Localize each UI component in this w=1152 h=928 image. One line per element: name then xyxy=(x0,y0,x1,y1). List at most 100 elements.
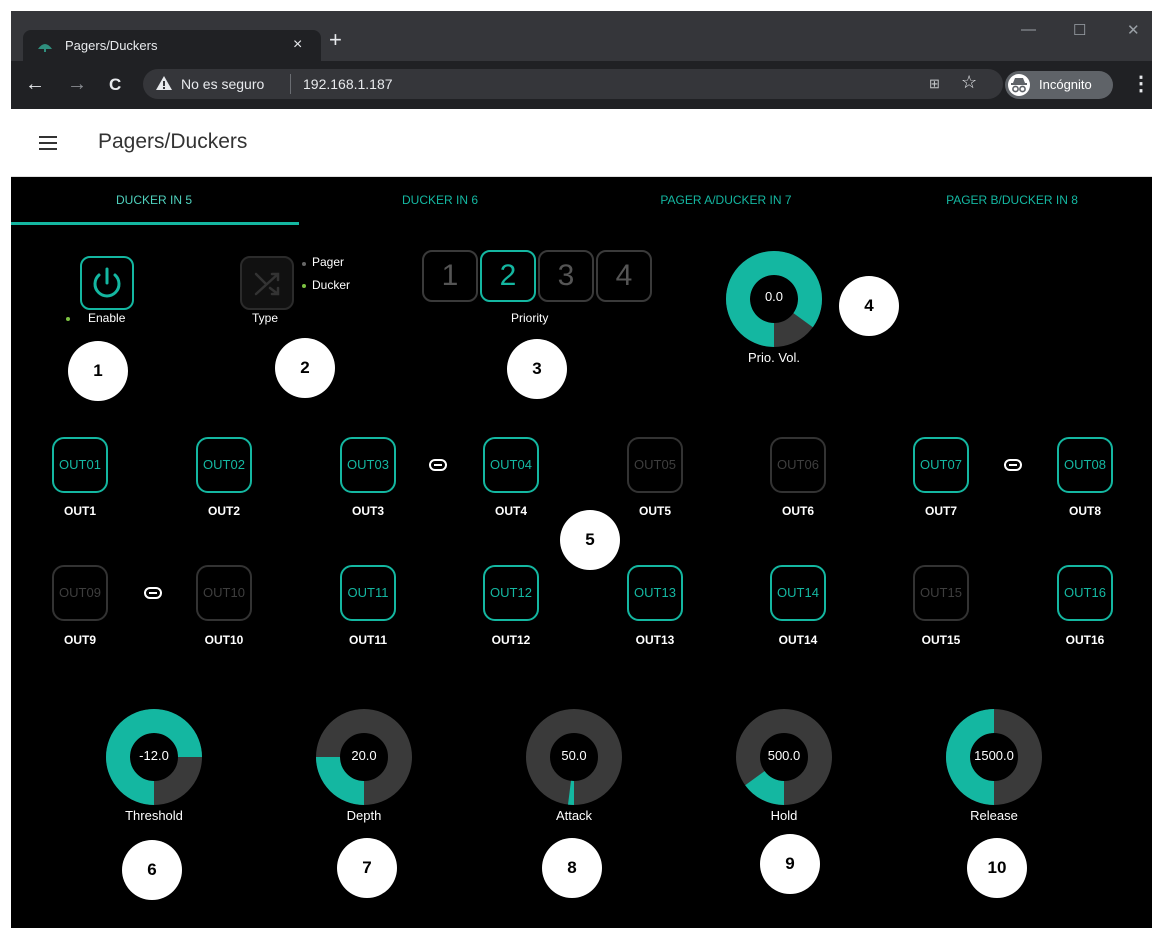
depth-label: Depth xyxy=(346,808,382,823)
output-label-out13: OUT13 xyxy=(635,633,675,647)
attack-value: 50.0 xyxy=(561,748,587,763)
address-bar[interactable]: No es seguro 192.168.1.187 ⊞ ☆ xyxy=(143,69,1003,99)
output-toggle-out11[interactable]: OUT11 xyxy=(340,565,396,621)
callout-badge-1: 1 xyxy=(68,341,128,401)
tab-close-icon[interactable]: × xyxy=(293,36,302,54)
output-label-out16: OUT16 xyxy=(1065,633,1105,647)
output-toggle-out04[interactable]: OUT04 xyxy=(483,437,539,493)
output-toggle-out08[interactable]: OUT08 xyxy=(1057,437,1113,493)
link-icon-out9-out10[interactable] xyxy=(144,587,162,599)
output-label-out14: OUT14 xyxy=(778,633,818,647)
browser-menu-icon[interactable]: ⋮ xyxy=(1131,71,1151,96)
output-toggle-out05[interactable]: OUT05 xyxy=(627,437,683,493)
url-text[interactable]: 192.168.1.187 xyxy=(303,76,393,92)
new-tab-button[interactable]: + xyxy=(329,27,342,53)
link-icon-out7-out8[interactable] xyxy=(1004,459,1022,471)
incognito-label: Incógnito xyxy=(1039,77,1092,92)
ducker-dot xyxy=(302,284,306,288)
close-window-button[interactable]: ✕ xyxy=(1127,21,1140,39)
link-icon-out3-out4[interactable] xyxy=(429,459,447,471)
release-value: 1500.0 xyxy=(974,748,1014,763)
hold-label: Hold xyxy=(770,808,798,823)
callout-badge-6: 6 xyxy=(122,840,182,900)
tab-pager-a-ducker-in-7[interactable]: PAGER A/DUCKER IN 7 xyxy=(583,193,869,207)
output-label-out6: OUT6 xyxy=(781,504,814,518)
callout-badge-7: 7 xyxy=(337,838,397,898)
active-tab-indicator xyxy=(11,222,299,225)
tab-ducker-in-6[interactable]: DUCKER IN 6 xyxy=(297,193,583,207)
hold-value: 500.0 xyxy=(767,748,801,763)
minimize-button[interactable]: — xyxy=(1021,21,1036,38)
forward-icon[interactable]: → xyxy=(67,73,87,96)
prio-vol-value: 0.0 xyxy=(764,289,784,304)
speaker-icon xyxy=(38,44,52,52)
security-status[interactable]: No es seguro xyxy=(181,76,264,92)
type-toggle-button[interactable] xyxy=(240,256,294,310)
callout-badge-5: 5 xyxy=(560,510,620,570)
incognito-badge[interactable]: Incógnito xyxy=(1005,71,1113,99)
bookmark-star-icon[interactable]: ☆ xyxy=(961,72,977,93)
callout-badge-3: 3 xyxy=(507,339,567,399)
output-label-out4: OUT4 xyxy=(494,504,527,518)
pager-dot xyxy=(302,262,306,266)
enable-status-dot xyxy=(66,317,70,321)
output-toggle-out16[interactable]: OUT16 xyxy=(1057,565,1113,621)
type-label: Type xyxy=(252,311,279,325)
output-label-out1: OUT1 xyxy=(63,504,96,518)
enable-power-button[interactable] xyxy=(80,256,134,310)
prio-vol-label: Prio. Vol. xyxy=(747,350,801,365)
priority-button-2[interactable]: 2 xyxy=(480,250,536,302)
output-label-out11: OUT11 xyxy=(348,633,387,647)
threshold-label: Threshold xyxy=(125,808,183,823)
maximize-button[interactable]: ☐ xyxy=(1073,21,1086,39)
type-option-ducker[interactable]: Ducker xyxy=(312,278,350,292)
browser-chrome: — ☐ ✕ Pagers/Duckers × + ← → C No es seg… xyxy=(11,11,1152,109)
output-toggle-out01[interactable]: OUT01 xyxy=(52,437,108,493)
output-toggle-out07[interactable]: OUT07 xyxy=(913,437,969,493)
type-option-pager[interactable]: Pager xyxy=(312,255,344,269)
browser-toolbar: ← → C No es seguro 192.168.1.187 ⊞ ☆ Inc… xyxy=(11,61,1152,109)
output-label-out9: OUT9 xyxy=(63,633,96,647)
output-toggle-out10[interactable]: OUT10 xyxy=(196,565,252,621)
callout-badge-9: 9 xyxy=(760,834,820,894)
translate-icon[interactable]: ⊞ xyxy=(929,76,940,92)
output-toggle-out12[interactable]: OUT12 xyxy=(483,565,539,621)
incognito-icon xyxy=(1008,74,1030,96)
output-label-out10: OUT10 xyxy=(204,633,244,647)
shuffle-icon xyxy=(254,272,280,296)
output-toggle-out06[interactable]: OUT06 xyxy=(770,437,826,493)
depth-value: 20.0 xyxy=(351,748,377,763)
priority-button-1[interactable]: 1 xyxy=(422,250,478,302)
priority-button-3[interactable]: 3 xyxy=(538,250,594,302)
output-label-out5: OUT5 xyxy=(638,504,671,518)
callout-badge-4: 4 xyxy=(839,276,899,336)
ducker-panel: DUCKER IN 5 DUCKER IN 6 PAGER A/DUCKER I… xyxy=(11,177,1152,928)
browser-tab[interactable]: Pagers/Duckers × xyxy=(23,30,321,61)
channel-tabs: DUCKER IN 5 DUCKER IN 6 PAGER A/DUCKER I… xyxy=(11,177,1152,227)
output-toggle-out15[interactable]: OUT15 xyxy=(913,565,969,621)
output-toggle-out03[interactable]: OUT03 xyxy=(340,437,396,493)
output-toggle-out14[interactable]: OUT14 xyxy=(770,565,826,621)
power-icon xyxy=(93,267,121,298)
output-toggle-out02[interactable]: OUT02 xyxy=(196,437,252,493)
output-label-out8: OUT8 xyxy=(1068,504,1101,518)
output-label-out3: OUT3 xyxy=(351,504,384,518)
enable-label: Enable xyxy=(88,311,126,325)
hamburger-menu-icon[interactable] xyxy=(39,136,57,150)
output-label-out7: OUT7 xyxy=(924,504,957,518)
reload-icon[interactable]: C xyxy=(109,75,121,95)
output-label-out12: OUT12 xyxy=(491,633,531,647)
callout-badge-10: 10 xyxy=(967,838,1027,898)
back-icon[interactable]: ← xyxy=(25,73,45,96)
priority-button-4[interactable]: 4 xyxy=(596,250,652,302)
tab-ducker-in-5[interactable]: DUCKER IN 5 xyxy=(11,193,297,207)
callout-badge-2: 2 xyxy=(275,338,335,398)
tab-pager-b-ducker-in-8[interactable]: PAGER B/DUCKER IN 8 xyxy=(869,193,1152,207)
callout-badge-8: 8 xyxy=(542,838,602,898)
url-divider xyxy=(290,74,291,94)
warning-icon xyxy=(156,76,172,90)
output-toggle-out13[interactable]: OUT13 xyxy=(627,565,683,621)
output-toggle-out09[interactable]: OUT09 xyxy=(52,565,108,621)
release-label: Release xyxy=(970,808,1018,823)
threshold-value: -12.0 xyxy=(139,748,169,763)
